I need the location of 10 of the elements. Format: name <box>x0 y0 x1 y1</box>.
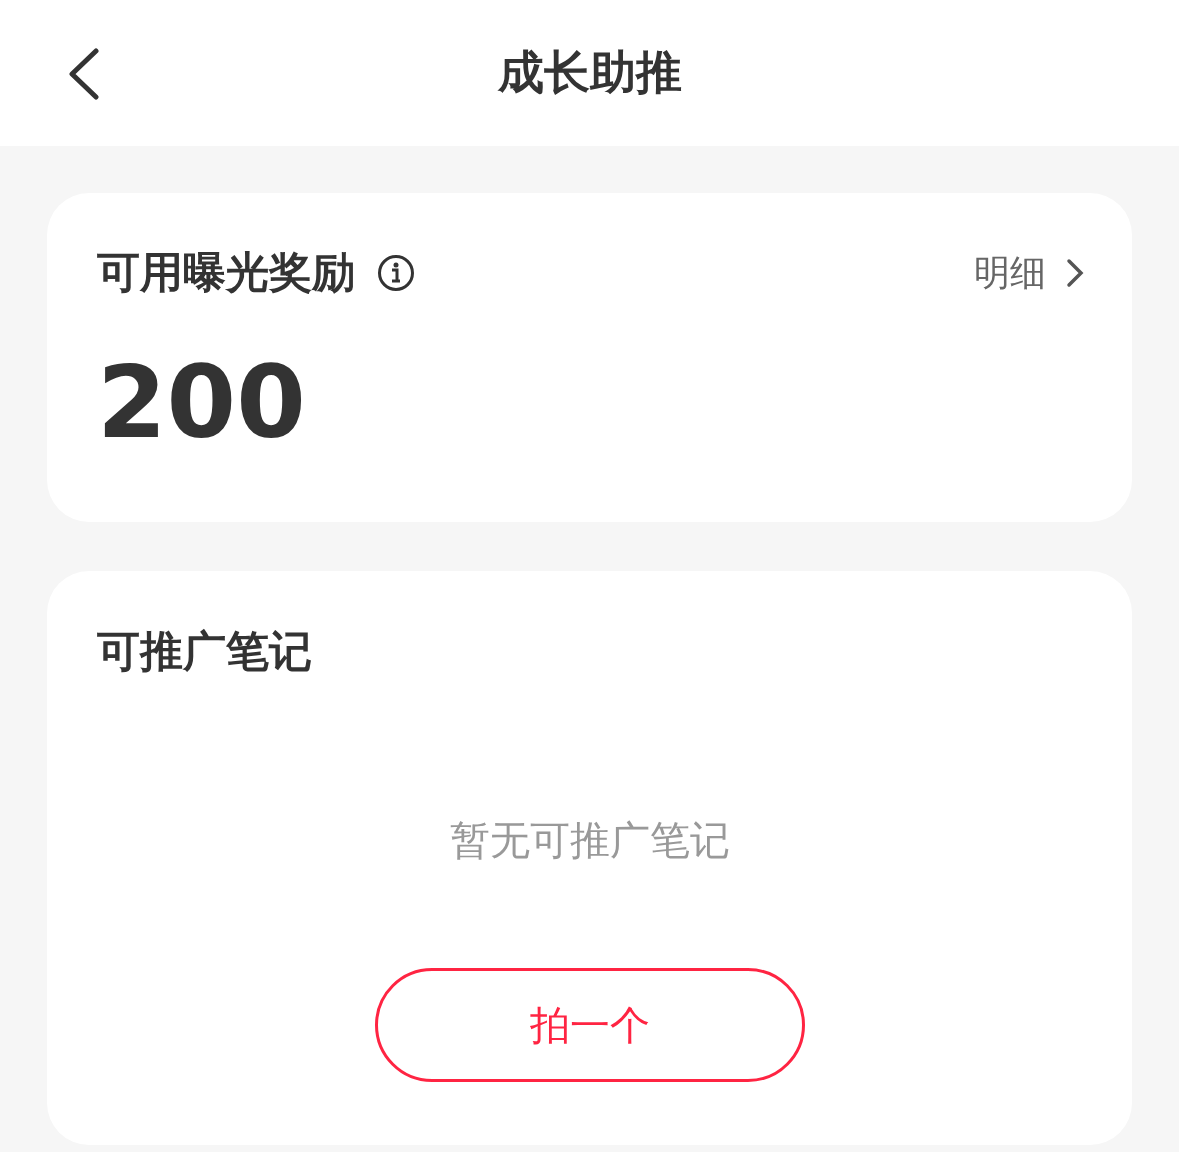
info-icon[interactable] <box>377 254 415 292</box>
card-title: 可用曝光奖励 <box>97 246 355 299</box>
reward-amount: 200 <box>97 353 306 453</box>
empty-message: 暂无可推广笔记 <box>449 816 730 865</box>
back-icon[interactable] <box>66 48 102 100</box>
card-title: 可推广笔记 <box>97 625 312 678</box>
shoot-button[interactable]: 拍一个 <box>374 968 805 1082</box>
page-title: 成长助推 <box>497 44 682 101</box>
chevron-icon <box>1066 258 1084 288</box>
detail-link[interactable]: 明细 <box>974 248 1084 298</box>
